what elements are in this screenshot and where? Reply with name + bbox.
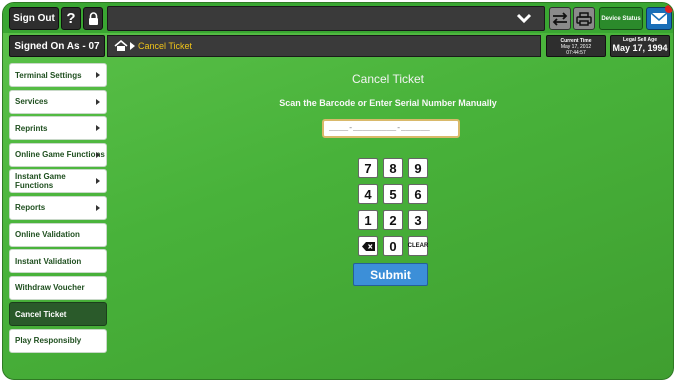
top-bar: Sign Out ? Device Status: [3, 3, 673, 33]
legal-sell-age-value: May 17, 1994: [612, 43, 668, 53]
sidebar-item-label: Cancel Ticket: [15, 309, 67, 319]
keypad-key-4[interactable]: 4: [358, 184, 378, 204]
app-frame: Sign Out ? Device Status Signed On As - …: [2, 2, 674, 380]
chevron-right-icon: [130, 42, 135, 50]
current-time-clock: 07:44:57: [566, 50, 586, 56]
mail-icon: [650, 12, 668, 24]
sidebar-item-label: Reports: [15, 203, 46, 213]
home-icon[interactable]: [114, 40, 128, 52]
sidebar-item-label: Withdraw Voucher: [15, 283, 85, 293]
sidebar-item-instant-validation[interactable]: Instant Validation: [9, 249, 107, 274]
sidebar-item-terminal-settings[interactable]: Terminal Settings: [9, 63, 107, 87]
legal-sell-age-box: Legal Sell Age May 17, 1994: [610, 35, 670, 57]
sidebar-item-instant-game-functions[interactable]: Instant Game Functions: [9, 169, 107, 194]
signed-on-label: Signed On As - 07: [9, 35, 105, 57]
sidebar-item-reports[interactable]: Reports: [9, 195, 107, 220]
sidebar-item-label: Terminal Settings: [15, 70, 82, 80]
sidebar-item-services[interactable]: Services: [9, 89, 107, 114]
backspace-icon: [361, 241, 375, 251]
sign-out-button[interactable]: Sign Out: [9, 7, 59, 30]
lock-button[interactable]: [83, 7, 103, 30]
sidebar-item-withdraw-voucher[interactable]: Withdraw Voucher: [9, 275, 107, 300]
keypad-key-7[interactable]: 7: [358, 158, 378, 178]
sidebar-item-online-game-functions[interactable]: Online Game Functions: [9, 142, 107, 167]
sidebar-item-label: Online Game Functions: [15, 150, 105, 160]
sidebar-item-label: Instant Game Functions: [15, 172, 66, 191]
mail-button[interactable]: [646, 5, 673, 30]
keypad-key-2[interactable]: 2: [383, 210, 403, 230]
sidebar-item-label: Play Responsibly: [15, 336, 82, 346]
sidebar-item-label: Instant Validation: [15, 256, 82, 266]
sidebar-item-online-validation[interactable]: Online Validation: [9, 222, 107, 247]
keypad-key-6[interactable]: 6: [408, 184, 428, 204]
printer-icon: [576, 11, 592, 26]
caret-right-icon: [96, 98, 100, 105]
caret-right-icon: [96, 178, 100, 185]
transfer-icon: [552, 11, 568, 26]
menu-dropdown-bar[interactable]: [107, 6, 545, 31]
current-time-box: Current Time May 17, 2012 07:44:57: [546, 35, 606, 57]
backspace-key[interactable]: [358, 236, 378, 256]
caret-right-icon: [96, 72, 100, 78]
caret-right-icon: [96, 125, 100, 132]
sidebar-item-cancel-ticket[interactable]: Cancel Ticket: [9, 302, 107, 327]
sidebar: Terminal Settings Services Reprints Onli…: [9, 63, 107, 356]
sidebar-item-label: Reprints: [15, 123, 48, 133]
submit-button[interactable]: Submit: [353, 263, 428, 286]
keypad-key-1[interactable]: 1: [358, 210, 378, 230]
caret-right-icon: [96, 151, 100, 158]
lock-icon: [88, 12, 98, 25]
keypad-key-8[interactable]: 8: [383, 158, 403, 178]
help-button[interactable]: ?: [61, 7, 81, 30]
keypad-key-0[interactable]: 0: [383, 236, 403, 256]
sidebar-item-label: Services: [15, 97, 48, 107]
sidebar-item-reprints[interactable]: Reprints: [9, 116, 107, 141]
serial-number-input[interactable]: ____-_________-______: [322, 119, 460, 138]
transfer-button[interactable]: [549, 7, 571, 30]
keypad-key-9[interactable]: 9: [408, 158, 428, 178]
instruction-text: Scan the Barcode or Enter Serial Number …: [279, 98, 497, 108]
clear-key[interactable]: CLEAR: [408, 236, 428, 256]
keypad-key-5[interactable]: 5: [383, 184, 403, 204]
sidebar-item-label: Online Validation: [15, 230, 80, 240]
device-status-button[interactable]: Device Status: [599, 7, 643, 30]
sidebar-item-play-responsibly[interactable]: Play Responsibly: [9, 328, 107, 353]
page-title: Cancel Ticket: [351, 72, 425, 86]
breadcrumb: Cancel Ticket: [107, 35, 541, 57]
print-button[interactable]: [573, 7, 595, 30]
breadcrumb-current: Cancel Ticket: [138, 41, 193, 51]
chevron-down-icon[interactable]: [516, 11, 532, 25]
caret-right-icon: [96, 204, 100, 211]
notification-dot: [665, 5, 673, 13]
keypad-key-3[interactable]: 3: [408, 210, 428, 230]
